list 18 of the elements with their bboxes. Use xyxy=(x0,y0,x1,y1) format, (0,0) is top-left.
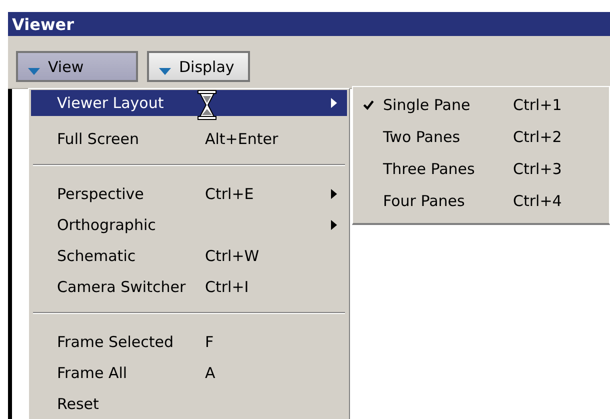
menu-item[interactable]: Two Panes Ctrl+2 xyxy=(353,121,609,153)
menu-item[interactable]: Schematic Ctrl+W xyxy=(31,240,347,271)
dropdown-button[interactable]: View xyxy=(16,51,138,82)
window-title: Viewer xyxy=(8,12,610,36)
menu-item[interactable]: Frame All A xyxy=(31,357,347,388)
menu-item[interactable]: Reset xyxy=(31,388,347,419)
menu-item[interactable]: Four Panes Ctrl+4 xyxy=(353,185,609,217)
caret-icon xyxy=(159,68,171,74)
menu-item[interactable]: Single Pane Ctrl+1 xyxy=(353,89,609,121)
menu-item[interactable]: Three Panes Ctrl+3 xyxy=(353,153,609,185)
menu-item[interactable]: Frame Selected F xyxy=(31,326,347,357)
menu-item[interactable]: Perspective Ctrl+E xyxy=(31,178,347,209)
menu-item[interactable]: Orthographic xyxy=(31,209,347,240)
dropdown-button[interactable]: Display xyxy=(147,51,250,82)
menu-item[interactable]: Viewer Layout xyxy=(31,90,347,116)
caret-icon xyxy=(28,68,40,74)
menu-item[interactable]: Camera Switcher Ctrl+I xyxy=(31,271,347,302)
menu-item[interactable]: Full Screen Alt+Enter xyxy=(31,123,347,154)
